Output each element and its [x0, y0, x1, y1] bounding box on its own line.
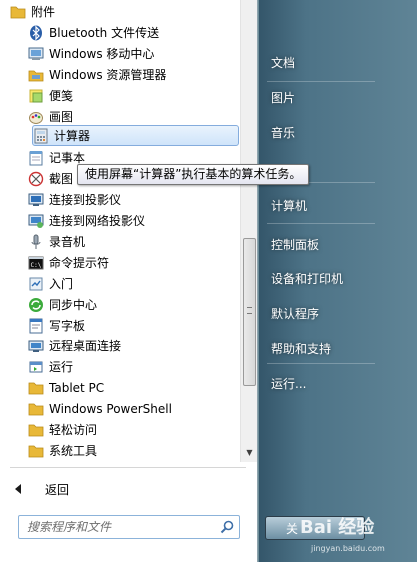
- program-item[interactable]: 便笺: [0, 85, 240, 106]
- svg-text:C:\: C:\: [31, 262, 42, 269]
- network-projector-icon: [28, 213, 44, 229]
- scrollbar-grip-icon: [247, 307, 252, 314]
- pictures-link[interactable]: 图片: [271, 89, 295, 106]
- start-menu-right-pane: 文档图片音乐计算机控制面板设备和打印机 默认程序帮助和支持运行... 关: [259, 0, 417, 562]
- program-item[interactable]: 连接到网络投影仪: [0, 210, 240, 231]
- getting-started-icon: [28, 276, 44, 292]
- projector-icon: [28, 192, 44, 208]
- documents-link[interactable]: 文档: [271, 54, 295, 71]
- program-label: Windows 移动中心: [49, 46, 155, 61]
- program-item[interactable]: 同步中心: [0, 294, 240, 315]
- paint-icon: [28, 109, 44, 125]
- sticky-notes-icon: [28, 88, 44, 104]
- watermark-url: jingyan.baidu.com: [311, 544, 385, 553]
- program-item[interactable]: Bluetooth 文件传送: [0, 22, 240, 43]
- shutdown-label: 关: [286, 521, 299, 536]
- program-label: 连接到投影仪: [49, 192, 122, 207]
- folder-icon: [10, 4, 26, 20]
- music-link[interactable]: 音乐: [271, 124, 295, 141]
- program-item[interactable]: C:\ 命令提示符: [0, 252, 240, 273]
- program-item[interactable]: Windows PowerShell: [0, 398, 240, 419]
- programs-pane: 附件 Bluetooth 文件传送 Windows 移动中心 Windows 资源管理…: [0, 0, 258, 562]
- computer-link[interactable]: 计算机: [271, 197, 307, 214]
- program-label: 入门: [49, 276, 74, 291]
- program-label: Windows 资源管理器: [49, 67, 167, 82]
- calculator-tooltip: 使用屏幕“计算器”执行基本的算术任务。: [77, 164, 310, 185]
- scroll-down-arrow-icon[interactable]: ▼: [241, 444, 258, 461]
- run-icon: [28, 359, 44, 375]
- program-item[interactable]: Windows 资源管理器: [0, 64, 240, 85]
- notepad-icon: [28, 150, 44, 166]
- divider: [267, 81, 375, 82]
- program-label: Tablet PC: [49, 380, 105, 395]
- program-item[interactable]: 附件: [0, 1, 240, 22]
- program-label: 便笺: [49, 88, 74, 103]
- search-icon[interactable]: [215, 517, 239, 537]
- search-box[interactable]: [18, 515, 240, 539]
- program-label: 同步中心: [49, 297, 98, 312]
- program-label: Bluetooth 文件传送: [49, 25, 160, 40]
- divider: [10, 467, 246, 468]
- devices-printers-link[interactable]: 设备和打印机: [271, 270, 343, 287]
- back-arrow-icon: [15, 484, 21, 494]
- folder-icon: [28, 380, 44, 396]
- back-button[interactable]: 返回: [12, 478, 69, 500]
- calculator-icon: [33, 128, 49, 144]
- programs-list: 附件 Bluetooth 文件传送 Windows 移动中心 Windows 资源管理…: [0, 0, 240, 462]
- program-item[interactable]: 录音机: [0, 231, 240, 252]
- program-item[interactable]: 系统工具: [0, 440, 240, 461]
- default-programs-link[interactable]: 默认程序: [271, 305, 319, 322]
- watermark: Bai 经验: [300, 517, 375, 538]
- remote-desktop-icon: [28, 338, 44, 354]
- program-label: 连接到网络投影仪: [49, 213, 146, 228]
- program-item[interactable]: 连接到投影仪: [0, 189, 240, 210]
- folder-icon: [28, 401, 44, 417]
- folder-icon: [28, 443, 44, 459]
- snipping-tool-icon: [28, 171, 44, 187]
- program-item[interactable]: 画图: [0, 106, 240, 127]
- wordpad-icon: [28, 318, 44, 334]
- control-panel-link[interactable]: 控制面板: [271, 236, 319, 253]
- explorer-icon: [28, 67, 44, 83]
- program-item[interactable]: 计算器: [32, 125, 239, 146]
- program-item[interactable]: 写字板: [0, 315, 240, 336]
- bluetooth-icon: [28, 25, 44, 41]
- mobility-center-icon: [28, 46, 44, 62]
- program-label: 录音机: [49, 234, 86, 249]
- program-label: 画图: [49, 109, 74, 124]
- program-item[interactable]: 远程桌面连接: [0, 335, 240, 356]
- program-item[interactable]: Windows 移动中心: [0, 43, 240, 64]
- sync-center-icon: [28, 297, 44, 313]
- program-label: 计算器: [54, 128, 91, 143]
- divider: [267, 223, 375, 224]
- program-label: 远程桌面连接: [49, 338, 122, 353]
- program-item[interactable]: 入门: [0, 273, 240, 294]
- program-label: 运行: [49, 359, 74, 374]
- program-label: 命令提示符: [49, 255, 110, 270]
- run-link[interactable]: 运行...: [271, 375, 306, 392]
- program-label: 截图: [49, 171, 74, 186]
- microphone-icon: [28, 234, 44, 250]
- programs-scrollbar[interactable]: ▼: [240, 0, 257, 462]
- divider: [267, 363, 375, 364]
- program-label: 附件: [31, 4, 56, 19]
- command-prompt-icon: C:\: [28, 255, 44, 271]
- scrollbar-thumb[interactable]: [243, 238, 256, 386]
- program-item[interactable]: 轻松访问: [0, 419, 240, 440]
- program-label: 系统工具: [49, 443, 98, 458]
- program-item[interactable]: Tablet PC: [0, 377, 240, 398]
- program-item[interactable]: 运行: [0, 356, 240, 377]
- folder-icon: [28, 422, 44, 438]
- search-input[interactable]: [19, 517, 215, 537]
- back-label: 返回: [45, 482, 70, 497]
- program-label: 写字板: [49, 318, 86, 333]
- program-label: 轻松访问: [49, 422, 98, 437]
- program-label: Windows PowerShell: [49, 401, 172, 416]
- help-support-link[interactable]: 帮助和支持: [271, 340, 331, 357]
